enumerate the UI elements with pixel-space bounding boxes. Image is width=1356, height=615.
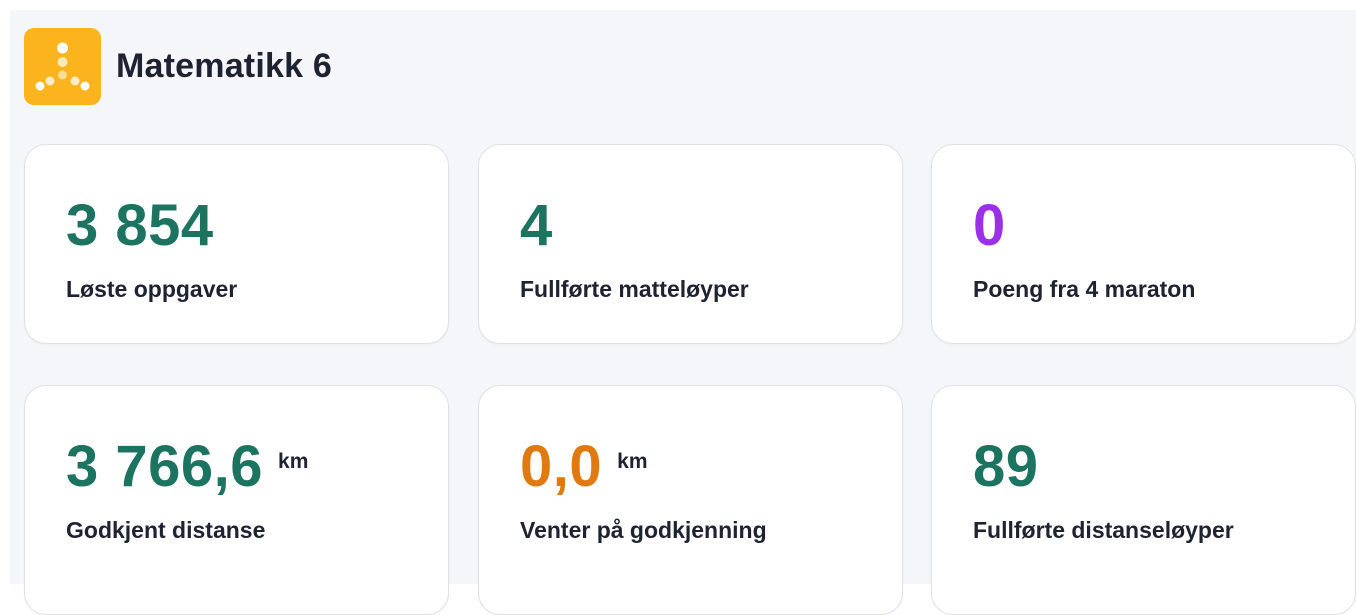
stat-card-distance-trails: 89 Fullførte distanseløyper — [931, 385, 1356, 615]
stat-label: Fullførte matteløyper — [520, 276, 749, 302]
stat-unit: km — [278, 450, 309, 473]
stat-label: Venter på godkjenning — [520, 517, 767, 543]
dots-triangle-icon — [35, 42, 90, 90]
stat-value: 4 — [520, 193, 553, 258]
stat-label: Løste oppgaver — [66, 276, 238, 302]
stat-label: Godkjent distanse — [66, 517, 266, 543]
stat-unit: km — [617, 450, 648, 473]
page-title: Matematikk 6 — [116, 47, 332, 85]
stat-label: Fullførte distanseløyper — [973, 517, 1234, 543]
course-logo — [24, 27, 101, 105]
stat-value: 3 854 — [66, 193, 214, 258]
stat-value: 3 766,6 — [66, 434, 264, 499]
stat-card-math-trails: 4 Fullførte matteløyper — [478, 144, 903, 344]
stat-value: 89 — [973, 434, 1039, 499]
stat-value: 0,0 — [520, 434, 603, 499]
stat-value: 0 — [973, 193, 1006, 258]
course-header: Matematikk 6 — [24, 27, 332, 105]
stat-card-pending-approval: 0,0 km Venter på godkjenning — [478, 385, 903, 615]
stat-card-approved-distance: 3 766,6 km Godkjent distanse — [24, 385, 449, 615]
stat-label: Poeng fra 4 maraton — [973, 276, 1196, 302]
stat-card-marathon-points: 0 Poeng fra 4 maraton — [931, 144, 1356, 344]
stat-card-solved-tasks: 3 854 Løste oppgaver — [24, 144, 449, 344]
